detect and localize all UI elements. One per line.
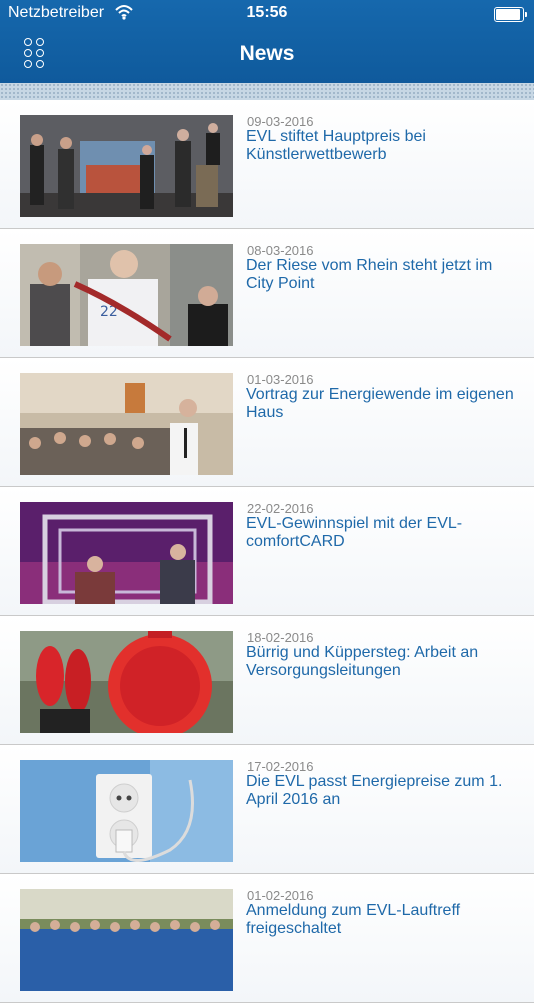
news-item[interactable]: 22 08-03-2016 Der Riese vom Rhein steht … bbox=[0, 229, 534, 358]
nav-bar: Netzbetreiber 15:56 News bbox=[0, 0, 534, 83]
news-date: 22-02-2016 bbox=[247, 501, 314, 516]
news-date: 01-03-2016 bbox=[247, 372, 314, 387]
news-date: 01-02-2016 bbox=[247, 888, 314, 903]
news-item[interactable]: 22-02-2016 EVL-Gewinnspiel mit der EVL-c… bbox=[0, 487, 534, 616]
news-thumbnail bbox=[20, 631, 233, 733]
news-title[interactable]: Bürrig und Küppersteg: Arbeit an Versorg… bbox=[246, 644, 524, 680]
news-item[interactable]: 18-02-2016 Bürrig und Küppersteg: Arbeit… bbox=[0, 616, 534, 745]
status-time: 15:56 bbox=[246, 4, 288, 21]
news-title[interactable]: Vortrag zur Energiewende im eigenen Haus bbox=[246, 386, 524, 422]
news-date: 08-03-2016 bbox=[247, 243, 314, 258]
news-title[interactable]: EVL stiftet Hauptpreis bei Künstlerwettb… bbox=[246, 128, 524, 164]
status-bar: Netzbetreiber 15:56 bbox=[0, 0, 534, 28]
news-list[interactable]: 09-03-2016 EVL stiftet Hauptpreis bei Kü… bbox=[0, 100, 534, 1003]
news-item[interactable]: 09-03-2016 EVL stiftet Hauptpreis bei Kü… bbox=[0, 100, 534, 229]
news-item[interactable]: 01-03-2016 Vortrag zur Energiewende im e… bbox=[0, 358, 534, 487]
header-pattern-strip bbox=[0, 83, 534, 100]
news-item[interactable]: 17-02-2016 Die EVL passt Energiepreise z… bbox=[0, 745, 534, 874]
news-title[interactable]: Die EVL passt Energiepreise zum 1. April… bbox=[246, 773, 524, 809]
battery-icon bbox=[494, 7, 527, 22]
news-item[interactable]: 01-02-2016 Anmeldung zum EVL-Lauftreff f… bbox=[0, 874, 534, 1003]
news-thumbnail bbox=[20, 760, 233, 862]
news-date: 18-02-2016 bbox=[247, 630, 314, 645]
news-title[interactable]: Der Riese vom Rhein steht jetzt im City … bbox=[246, 257, 524, 293]
news-thumbnail bbox=[20, 889, 233, 991]
news-thumbnail bbox=[20, 115, 233, 217]
news-date: 09-03-2016 bbox=[247, 114, 314, 129]
news-thumbnail bbox=[20, 373, 233, 475]
news-thumbnail bbox=[20, 502, 233, 604]
news-title[interactable]: Anmeldung zum EVL-Lauftreff freigeschalt… bbox=[246, 902, 524, 938]
battery-level bbox=[496, 9, 520, 20]
page-title: News bbox=[239, 42, 295, 65]
news-thumbnail: 22 bbox=[20, 244, 233, 346]
news-date: 17-02-2016 bbox=[247, 759, 314, 774]
news-title[interactable]: EVL-Gewinnspiel mit der EVL-comfortCARD bbox=[246, 515, 524, 551]
